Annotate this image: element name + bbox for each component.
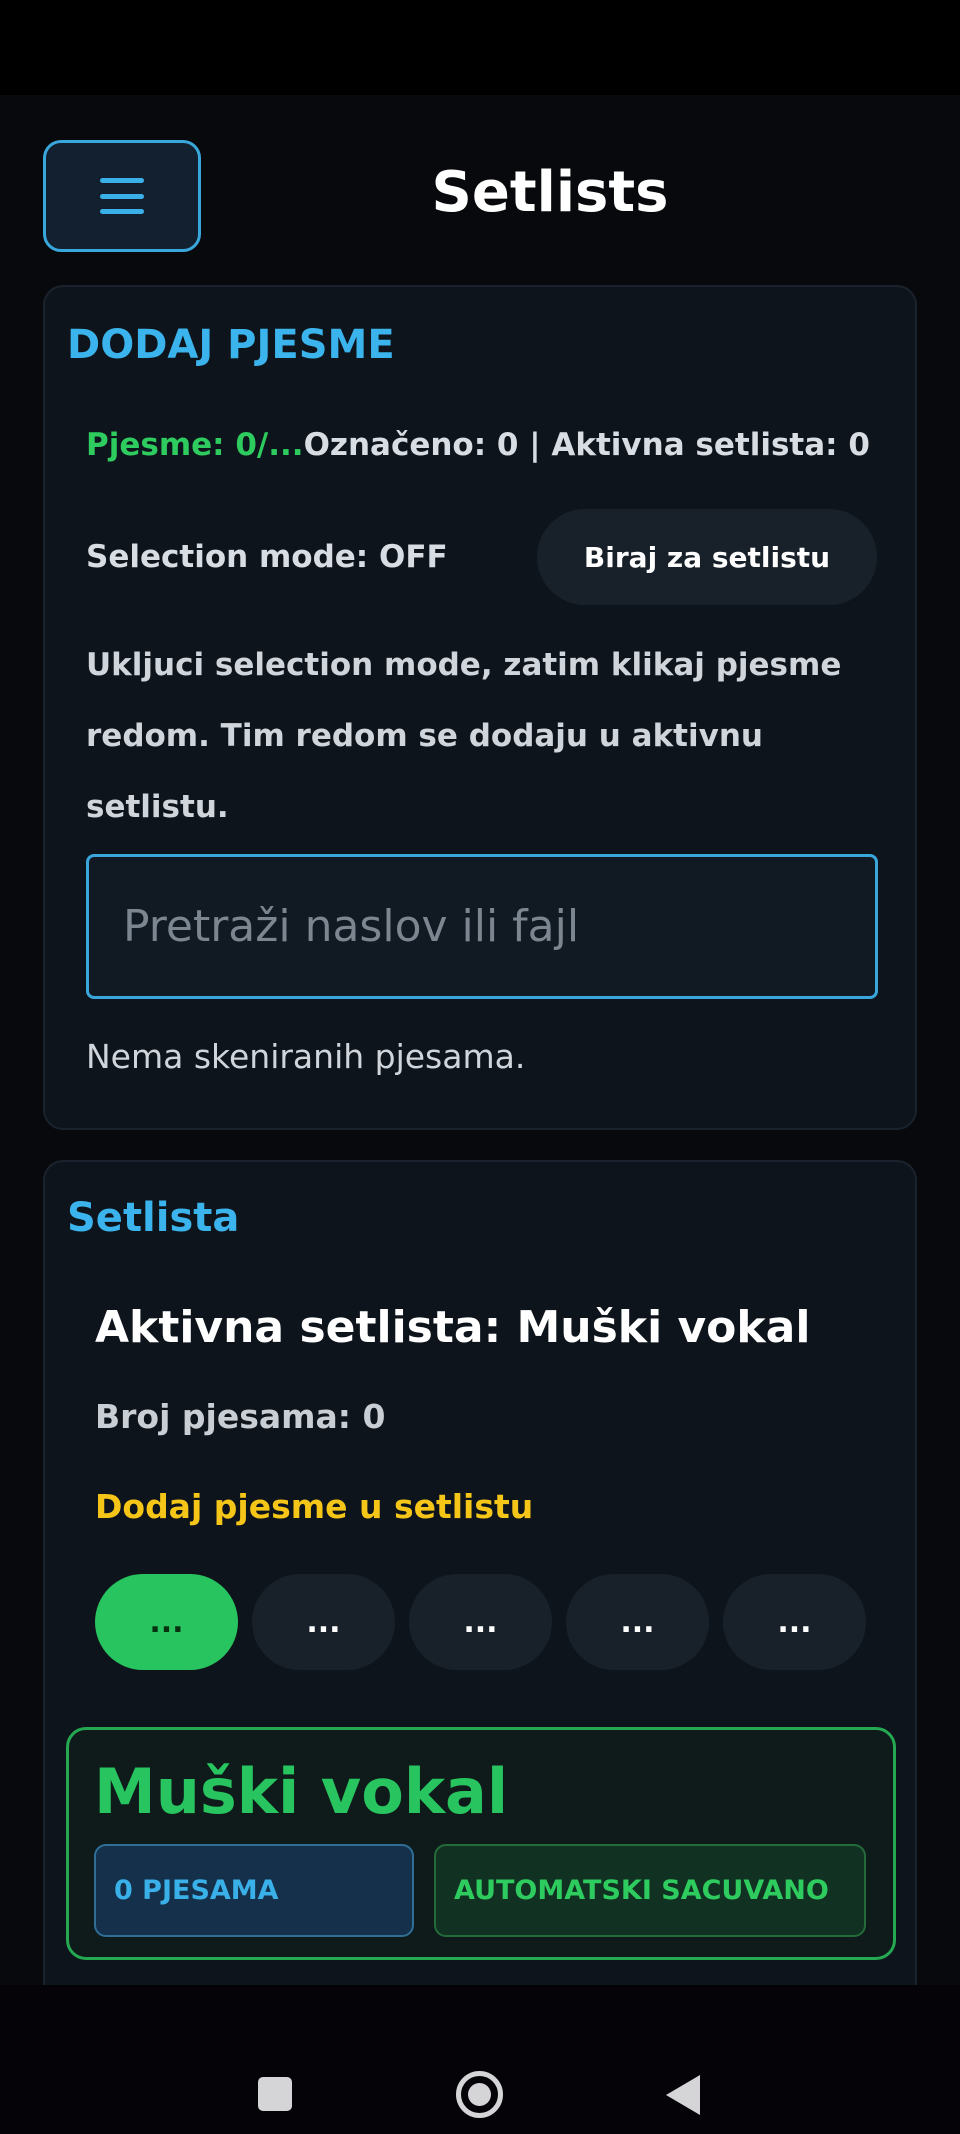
setlist-pill[interactable]: ... [95, 1574, 238, 1670]
setlist-pills: ... ... ... ... ... [95, 1574, 866, 1670]
song-count-chip: 0 PJESAMA [94, 1844, 414, 1937]
system-nav-bar [0, 1985, 960, 2134]
songs-stat: Pjesme: 0/... [86, 427, 304, 463]
page-title: Setlists [431, 160, 669, 225]
setlist-pill[interactable]: ... [723, 1574, 866, 1670]
active-setlist-box[interactable]: Muški vokal 0 PJESAMA AUTOMATSKI SACUVAN… [66, 1727, 896, 1960]
selection-stats: Označeno: 0 | Aktivna setlista: 0 [303, 427, 870, 463]
search-input[interactable] [86, 854, 878, 999]
setlist-pill[interactable]: ... [252, 1574, 395, 1670]
setlist-name: Muški vokal [94, 1755, 509, 1828]
status-bar [0, 0, 960, 95]
active-setlist-title: Aktivna setlista: Muški vokal [95, 1302, 811, 1353]
home-icon[interactable] [456, 2071, 503, 2118]
add-songs-heading: DODAJ PJESME [67, 322, 395, 368]
add-songs-card: DODAJ PJESME Pjesme: 0/... Označeno: 0 |… [43, 285, 917, 1130]
stats-line: Pjesme: 0/... Označeno: 0 | Aktivna setl… [86, 427, 875, 463]
setlist-heading: Setlista [67, 1195, 240, 1241]
hamburger-menu-icon [100, 178, 144, 214]
back-icon[interactable] [666, 2075, 700, 2115]
selection-hint: Ukljuci selection mode, zatim klikaj pje… [86, 647, 842, 825]
selection-mode-label: Selection mode: OFF [86, 539, 448, 575]
menu-button[interactable] [43, 140, 201, 252]
autosaved-chip: AUTOMATSKI SACUVANO [434, 1844, 866, 1937]
empty-songs-note: Nema skeniranih pjesama. [86, 1037, 526, 1076]
song-count-label: Broj pjesama: 0 [95, 1397, 386, 1436]
setlist-card: Setlista Aktivna setlista: Muški vokal B… [43, 1160, 917, 1985]
setlist-pill[interactable]: ... [409, 1574, 552, 1670]
add-songs-prompt: Dodaj pjesme u setlistu [95, 1487, 534, 1526]
setlist-pill[interactable]: ... [566, 1574, 709, 1670]
app-screen: Setlists DODAJ PJESME Pjesme: 0/... Ozna… [0, 95, 960, 1985]
pick-for-setlist-button[interactable]: Biraj za setlistu [537, 509, 877, 605]
recent-apps-icon[interactable] [258, 2077, 292, 2111]
